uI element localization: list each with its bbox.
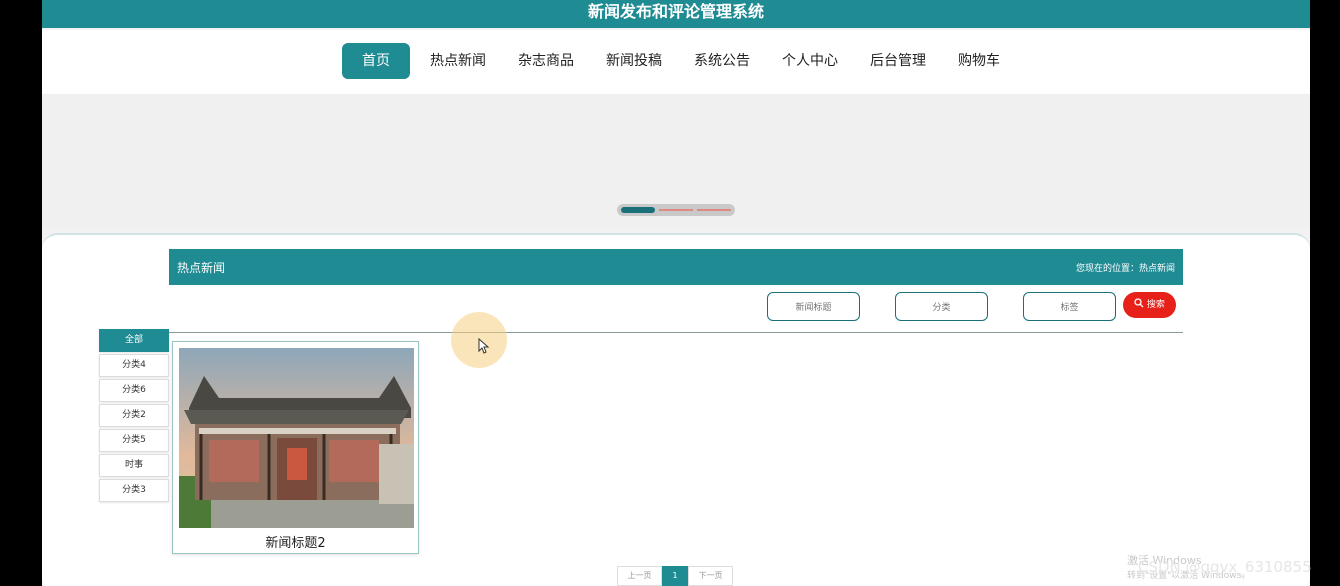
divider <box>169 332 1183 333</box>
nav-item-home[interactable]: 首页 <box>342 43 410 79</box>
content-panel: 热点新闻 您现在的位置：热点新闻 搜索 全部 分类4 分类6 分类2 分类5 时… <box>42 233 1310 586</box>
category-item[interactable]: 分类2 <box>99 404 169 427</box>
page-number[interactable]: 1 <box>662 566 688 586</box>
nav-item-admin[interactable]: 后台管理 <box>858 43 938 79</box>
nav-item-magazine[interactable]: 杂志商品 <box>506 43 586 79</box>
banner-carousel <box>42 94 1310 228</box>
nav-items: 首页 热点新闻 杂志商品 新闻投稿 系统公告 个人中心 后台管理 购物车 <box>342 43 1020 79</box>
nav-item-hot-news[interactable]: 热点新闻 <box>418 43 498 79</box>
navbar: 首页 热点新闻 杂志商品 新闻投稿 系统公告 个人中心 后台管理 购物车 <box>42 30 1310 94</box>
nav-item-announcements[interactable]: 系统公告 <box>682 43 762 79</box>
news-title-input[interactable] <box>767 292 860 321</box>
nav-item-submit-news[interactable]: 新闻投稿 <box>594 43 674 79</box>
news-title[interactable]: 新闻标题2 <box>173 532 418 551</box>
carousel-dot-1[interactable] <box>621 207 655 213</box>
tag-input[interactable] <box>1023 292 1116 321</box>
search-button-label: 搜索 <box>1146 300 1165 310</box>
search-icon <box>1134 298 1144 308</box>
category-item[interactable]: 分类5 <box>99 429 169 452</box>
category-item[interactable]: 分类4 <box>99 354 169 377</box>
mouse-pointer-icon <box>478 338 490 354</box>
carousel-dot-2[interactable] <box>659 209 693 211</box>
search-button[interactable]: 搜索 <box>1123 292 1176 318</box>
nav-item-profile[interactable]: 个人中心 <box>770 43 850 79</box>
prev-page-button[interactable]: 上一页 <box>617 566 662 586</box>
category-item[interactable]: 分类6 <box>99 379 169 402</box>
carousel-indicators <box>617 204 735 216</box>
carousel-dot-3[interactable] <box>697 209 731 211</box>
csdn-watermark: CSDN @qqvx_6310855 <box>1138 558 1312 576</box>
breadcrumb: 您现在的位置：热点新闻 <box>1075 264 1175 274</box>
category-item[interactable]: 分类3 <box>99 479 169 502</box>
category-list: 全部 分类4 分类6 分类2 分类5 时事 分类3 <box>99 329 169 504</box>
category-item[interactable]: 时事 <box>99 454 169 477</box>
nav-item-cart[interactable]: 购物车 <box>946 43 1012 79</box>
category-input[interactable] <box>895 292 988 321</box>
app-title: 新闻发布和评论管理系统 <box>42 0 1310 28</box>
news-card[interactable]: 新闻标题2 <box>172 341 419 554</box>
page: 新闻发布和评论管理系统 首页 热点新闻 杂志商品 新闻投稿 系统公告 个人中心 … <box>42 0 1310 586</box>
category-all[interactable]: 全部 <box>99 329 169 352</box>
section-title: 热点新闻 <box>177 261 226 275</box>
next-page-button[interactable]: 下一页 <box>688 566 733 586</box>
section-header: 热点新闻 您现在的位置：热点新闻 <box>169 249 1183 285</box>
news-image[interactable] <box>179 348 414 528</box>
pagination: 上一页 1 下一页 <box>617 566 733 586</box>
